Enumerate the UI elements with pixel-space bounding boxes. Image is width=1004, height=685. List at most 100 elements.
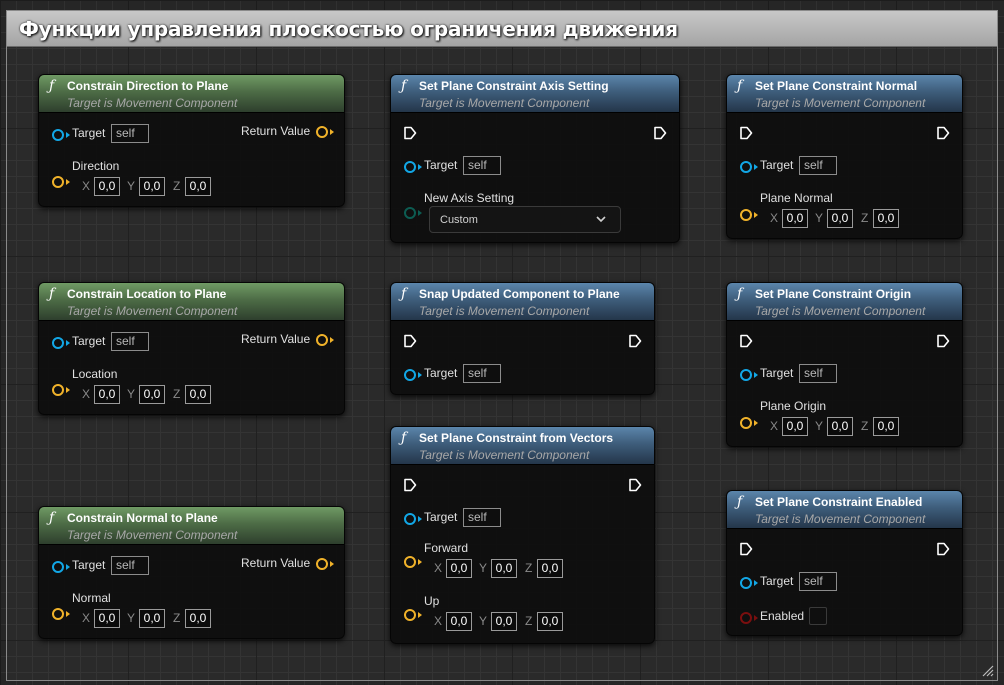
target-pin-icon[interactable] [740, 161, 752, 173]
x-value-field[interactable]: 0,0 [446, 559, 472, 578]
z-value-field[interactable]: 0,0 [185, 385, 211, 404]
function-icon: ƒ [49, 286, 55, 302]
comment-header[interactable]: Функции управления плоскостью ограничени… [7, 11, 997, 47]
target-self-field[interactable]: self [463, 156, 501, 175]
node-constrain-normal-to-plane[interactable]: ƒ Constrain Normal to Plane Target is Mo… [38, 506, 345, 639]
target-self-field[interactable]: self [111, 556, 149, 575]
target-self-field[interactable]: self [799, 156, 837, 175]
target-pin-icon[interactable] [740, 577, 752, 589]
target-self-field[interactable]: self [111, 124, 149, 143]
node-title: Constrain Direction to Plane [67, 79, 229, 93]
normal-pin-icon[interactable] [52, 608, 64, 620]
y-value-field[interactable]: 0,0 [139, 177, 165, 196]
node-header[interactable]: ƒ Set Plane Constraint Origin Target is … [727, 283, 962, 321]
target-pin-icon[interactable] [52, 337, 64, 349]
target-pin-icon[interactable] [740, 369, 752, 381]
plane-normal-pin-icon[interactable] [740, 209, 752, 221]
z-value-field[interactable]: 0,0 [185, 177, 211, 196]
new-axis-setting-pin-icon[interactable] [404, 207, 416, 219]
exec-in-pin-icon[interactable] [739, 334, 753, 348]
location-pin-icon[interactable] [52, 384, 64, 396]
exec-out-pin-icon[interactable] [628, 478, 642, 492]
x-axis-label: X [82, 611, 91, 625]
target-label: Target [424, 366, 458, 380]
return-value-pin-icon[interactable] [316, 334, 328, 346]
exec-out-pin-icon[interactable] [936, 334, 950, 348]
node-header[interactable]: ƒ Constrain Location to Plane Target is … [39, 283, 344, 321]
z-value-field[interactable]: 0,0 [537, 612, 563, 631]
node-set-plane-constraint-origin[interactable]: ƒ Set Plane Constraint Origin Target is … [726, 282, 963, 447]
node-set-plane-constraint-from-vectors[interactable]: ƒ Set Plane Constraint from Vectors Targ… [390, 426, 655, 644]
exec-out-pin-icon[interactable] [936, 542, 950, 556]
direction-pin-icon[interactable] [52, 176, 64, 188]
exec-in-pin-icon[interactable] [739, 542, 753, 556]
node-header[interactable]: ƒ Constrain Normal to Plane Target is Mo… [39, 507, 344, 545]
forward-pin-icon[interactable] [404, 556, 416, 568]
node-header[interactable]: ƒ Set Plane Constraint from Vectors Targ… [391, 427, 654, 465]
z-axis-label: Z [861, 419, 869, 433]
target-pin-icon[interactable] [404, 161, 416, 173]
return-value-pin-icon[interactable] [316, 558, 328, 570]
node-set-plane-constraint-enabled[interactable]: ƒ Set Plane Constraint Enabled Target is… [726, 490, 963, 636]
node-snap-updated-component-to-plane[interactable]: ƒ Snap Updated Component to Plane Target… [390, 282, 655, 395]
node-set-plane-constraint-axis-setting[interactable]: ƒ Set Plane Constraint Axis Setting Targ… [390, 74, 680, 243]
node-constrain-location-to-plane[interactable]: ƒ Constrain Location to Plane Target is … [38, 282, 345, 415]
target-self-field[interactable]: self [799, 572, 837, 591]
target-label: Target [760, 158, 794, 172]
pin-arrow-icon [754, 420, 758, 426]
resize-grip-icon[interactable] [980, 663, 994, 677]
x-value-field[interactable]: 0,0 [782, 417, 808, 436]
y-value-field[interactable]: 0,0 [491, 612, 517, 631]
exec-in-pin-icon[interactable] [403, 334, 417, 348]
node-header[interactable]: ƒ Set Plane Constraint Enabled Target is… [727, 491, 962, 529]
target-pin-icon[interactable] [404, 369, 416, 381]
z-value-field[interactable]: 0,0 [873, 417, 899, 436]
y-value-field[interactable]: 0,0 [139, 609, 165, 628]
z-axis-label: Z [861, 211, 869, 225]
enabled-pin-icon[interactable] [740, 612, 752, 624]
target-self-field[interactable]: self [463, 508, 501, 527]
x-value-field[interactable]: 0,0 [94, 385, 120, 404]
enabled-checkbox[interactable] [809, 607, 827, 625]
node-header[interactable]: ƒ Snap Updated Component to Plane Target… [391, 283, 654, 321]
exec-in-pin-icon[interactable] [403, 478, 417, 492]
exec-out-pin-icon[interactable] [628, 334, 642, 348]
function-icon: ƒ [401, 286, 407, 302]
target-self-field[interactable]: self [111, 332, 149, 351]
x-value-field[interactable]: 0,0 [446, 612, 472, 631]
z-value-field[interactable]: 0,0 [185, 609, 211, 628]
exec-out-pin-icon[interactable] [653, 126, 667, 140]
target-pin-icon[interactable] [52, 561, 64, 573]
up-label: Up [424, 594, 440, 608]
z-value-field[interactable]: 0,0 [537, 559, 563, 578]
target-self-field[interactable]: self [799, 364, 837, 383]
exec-in-pin-icon[interactable] [403, 126, 417, 140]
y-value-field[interactable]: 0,0 [491, 559, 517, 578]
x-value-field[interactable]: 0,0 [782, 209, 808, 228]
node-header[interactable]: ƒ Set Plane Constraint Axis Setting Targ… [391, 75, 679, 113]
blueprint-graph-canvas[interactable]: Функции управления плоскостью ограничени… [0, 0, 1004, 685]
up-pin-icon[interactable] [404, 609, 416, 621]
exec-in-pin-icon[interactable] [739, 126, 753, 140]
plane-origin-pin-icon[interactable] [740, 417, 752, 429]
node-subtitle: Target is Movement Component [419, 448, 590, 462]
function-icon: ƒ [737, 494, 743, 510]
axis-setting-dropdown[interactable]: Custom [429, 206, 621, 233]
y-axis-label: Y [815, 419, 824, 433]
target-self-field[interactable]: self [463, 364, 501, 383]
node-set-plane-constraint-normal[interactable]: ƒ Set Plane Constraint Normal Target is … [726, 74, 963, 239]
y-value-field[interactable]: 0,0 [827, 209, 853, 228]
target-pin-icon[interactable] [404, 513, 416, 525]
exec-out-pin-icon[interactable] [936, 126, 950, 140]
x-value-field[interactable]: 0,0 [94, 609, 120, 628]
x-value-field[interactable]: 0,0 [94, 177, 120, 196]
node-header[interactable]: ƒ Set Plane Constraint Normal Target is … [727, 75, 962, 113]
y-value-field[interactable]: 0,0 [827, 417, 853, 436]
node-constrain-direction-to-plane[interactable]: ƒ Constrain Direction to Plane Target is… [38, 74, 345, 207]
z-value-field[interactable]: 0,0 [873, 209, 899, 228]
node-header[interactable]: ƒ Constrain Direction to Plane Target is… [39, 75, 344, 113]
y-value-field[interactable]: 0,0 [139, 385, 165, 404]
return-value-pin-icon[interactable] [316, 126, 328, 138]
target-label: Target [72, 558, 106, 572]
target-pin-icon[interactable] [52, 129, 64, 141]
